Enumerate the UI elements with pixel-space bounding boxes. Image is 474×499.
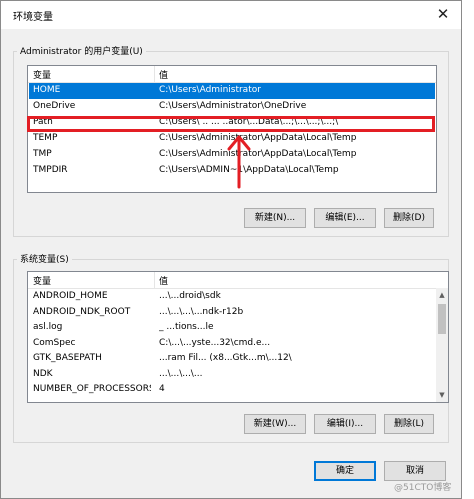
- system-variables-list[interactable]: 变量 值 ANDROID_HOME ...\...droid\sdk ANDROID…: [27, 271, 449, 403]
- list-item[interactable]: NUMBER_OF_PROCESSORS 4: [29, 382, 447, 398]
- list-item[interactable]: OneDrive C:\Users\Administrator\OneDrive: [29, 99, 435, 115]
- variable-name: ANDROID_HOME: [33, 291, 108, 301]
- list-item[interactable]: asl.log _ ...tions...le: [29, 320, 447, 336]
- list-item[interactable]: ANDROID_HOME ...\...droid\sdk: [29, 289, 447, 305]
- scroll-thumb[interactable]: [438, 304, 446, 334]
- variable-value: ...\...droid\sdk: [159, 291, 221, 301]
- column-header-variable[interactable]: 变量: [33, 274, 51, 287]
- up-arrow-annotation-icon: [227, 135, 251, 189]
- cancel-button[interactable]: 取消: [384, 461, 446, 481]
- variable-value: C:\Users\Administrator\AppData\Local\Tem…: [159, 149, 357, 159]
- column-header-value[interactable]: 值: [159, 274, 168, 287]
- variable-value: ...\...\...\...: [159, 368, 203, 379]
- system-delete-button[interactable]: 删除(L): [384, 414, 434, 434]
- user-edit-button[interactable]: 编辑(E)...: [314, 208, 376, 228]
- column-header-variable[interactable]: 变量: [33, 68, 51, 81]
- variable-value: _ ...tions...le: [159, 322, 214, 332]
- variable-value: C:\Users\Administrator: [159, 85, 261, 95]
- variable-value: C:\Users\Administrator\AppData\Local\Tem…: [159, 133, 357, 143]
- list-header: 变量 值: [28, 66, 436, 83]
- variable-value: C:\Users\Administrator\OneDrive: [159, 101, 307, 111]
- variable-name: ANDROID_NDK_ROOT: [33, 306, 131, 317]
- variable-name: NDK: [33, 368, 53, 379]
- variable-value: C:\Users\ADMIN~1\AppData\Local\Temp: [159, 165, 339, 175]
- user-variables-label: Administrator 的用户变量(U): [17, 44, 146, 57]
- user-delete-button[interactable]: 删除(D): [384, 208, 434, 228]
- variable-name: HOME: [33, 85, 61, 95]
- environment-variables-dialog: 环境变量 ✕ Administrator 的用户变量(U) 变量 值 HOME C…: [0, 0, 462, 499]
- list-header: 变量 值: [28, 272, 448, 289]
- variable-name: TEMP: [33, 133, 58, 143]
- system-new-button[interactable]: 新建(W)...: [244, 414, 306, 434]
- close-icon[interactable]: ✕: [425, 1, 461, 29]
- column-header-value[interactable]: 值: [159, 68, 168, 81]
- watermark: @51CTO博客: [394, 483, 452, 493]
- variable-name: asl.log: [33, 322, 63, 332]
- list-item[interactable]: GTK_BASEPATH ...ram Fil... (x8...Gtk...m\…: [29, 351, 447, 367]
- vertical-scrollbar[interactable]: ▲ ▼: [436, 288, 448, 402]
- background-window-edge: [462, 0, 474, 499]
- system-variables-label: 系统变量(S): [17, 252, 72, 265]
- window-title: 环境变量: [13, 12, 53, 23]
- ok-button[interactable]: 确定: [314, 461, 376, 481]
- variable-name: TMPDIR: [33, 165, 68, 175]
- list-item[interactable]: ANDROID_NDK_ROOT ...\...\...\...ndk-r12b: [29, 305, 447, 321]
- path-highlight-annotation: [27, 116, 435, 132]
- title-bar: 环境变量 ✕: [1, 1, 461, 29]
- list-item[interactable]: ComSpec C:\...\...yste...32\cmd.e...: [29, 336, 447, 352]
- variable-name: TMP: [33, 149, 52, 159]
- variable-value: 4: [159, 384, 165, 394]
- scroll-down-icon[interactable]: ▼: [436, 388, 448, 402]
- variable-name: OneDrive: [33, 101, 76, 111]
- scroll-up-icon[interactable]: ▲: [436, 288, 448, 302]
- system-edit-button[interactable]: 编辑(I)...: [314, 414, 376, 434]
- user-new-button[interactable]: 新建(N)...: [244, 208, 306, 228]
- variable-name: GTK_BASEPATH: [33, 353, 102, 363]
- variable-value: C:\...\...yste...32\cmd.e...: [159, 337, 271, 348]
- variable-name: NUMBER_OF_PROCESSORS: [33, 384, 151, 394]
- variable-name: ComSpec: [33, 337, 76, 348]
- variable-value: ...ram Fil... (x8...Gtk...m\...12\: [159, 353, 292, 363]
- list-item[interactable]: HOME C:\Users\Administrator: [29, 83, 435, 99]
- variable-value: ...\...\...\...ndk-r12b: [159, 306, 244, 317]
- list-item[interactable]: NDK ...\...\...\...: [29, 367, 447, 383]
